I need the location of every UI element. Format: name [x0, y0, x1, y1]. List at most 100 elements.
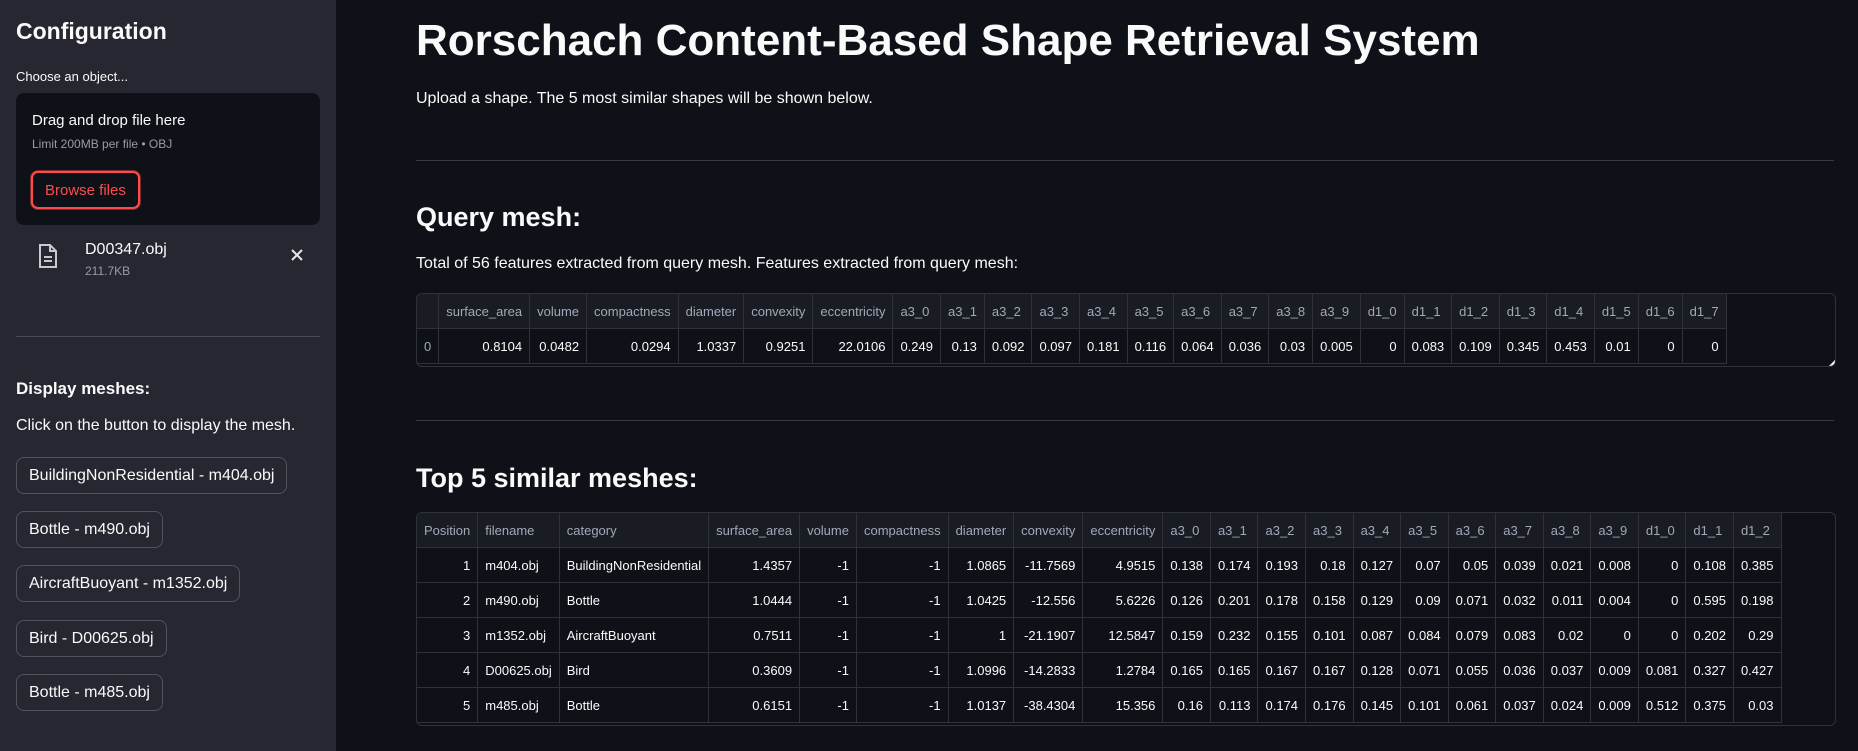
table-cell[interactable]: 2 [417, 582, 479, 618]
table-cell[interactable]: 1.4357 [708, 547, 801, 583]
table-cell[interactable]: 0.109 [1451, 328, 1500, 364]
column-header[interactable]: category [559, 513, 710, 548]
table-cell[interactable]: 0.176 [1305, 687, 1354, 723]
table-cell[interactable]: 0.178 [1257, 582, 1307, 618]
table-cell[interactable]: 12.5847 [1082, 617, 1164, 653]
table-cell[interactable]: 0.071 [1400, 652, 1449, 688]
table-cell[interactable]: 0.232 [1210, 617, 1259, 653]
table-cell[interactable]: 1 [417, 547, 479, 583]
table-cell[interactable]: 22.0106 [812, 328, 894, 364]
table-cell[interactable]: -1 [799, 617, 857, 653]
table-cell[interactable]: 0.097 [1031, 328, 1081, 364]
table-cell[interactable]: -1 [799, 582, 857, 618]
table-cell[interactable]: 0.064 [1173, 328, 1222, 364]
table-cell[interactable]: 0.009 [1590, 652, 1639, 688]
column-header[interactable]: d1_0 [1638, 513, 1687, 548]
table-cell[interactable]: 1.0865 [948, 547, 1015, 583]
table-cell[interactable]: 0 [1638, 328, 1683, 364]
table-cell[interactable]: -1 [856, 617, 949, 653]
column-header[interactable]: d1_1 [1404, 294, 1453, 329]
table-cell[interactable]: 0.092 [984, 328, 1033, 364]
column-header[interactable]: a3_5 [1400, 513, 1449, 548]
table-cell[interactable]: 0.595 [1685, 582, 1734, 618]
table-cell[interactable]: 0.108 [1685, 547, 1734, 583]
table-cell[interactable]: -1 [799, 652, 857, 688]
table-cell[interactable]: m404.obj [477, 547, 560, 583]
table-cell[interactable]: 1 [948, 617, 1015, 653]
table-cell[interactable]: -1 [856, 687, 949, 723]
table-cell[interactable]: 5 [417, 687, 479, 723]
table-cell[interactable]: 0.375 [1685, 687, 1734, 723]
table-cell[interactable]: 0.127 [1353, 547, 1402, 583]
table-cell[interactable]: 0.13 [940, 328, 985, 364]
table-cell[interactable]: 1.0137 [948, 687, 1015, 723]
table-cell[interactable]: -14.2833 [1013, 652, 1084, 688]
table-cell[interactable]: 0.453 [1546, 328, 1595, 364]
column-header[interactable]: volume [799, 513, 857, 548]
table-cell[interactable]: 5.6226 [1082, 582, 1164, 618]
table-cell[interactable]: 0.427 [1733, 652, 1782, 688]
table-cell[interactable]: 4.9515 [1082, 547, 1164, 583]
column-header[interactable]: a3_9 [1312, 294, 1361, 329]
column-header[interactable]: volume [529, 294, 588, 329]
column-header[interactable]: d1_2 [1733, 513, 1782, 548]
column-header[interactable]: surface_area [438, 294, 531, 329]
table-cell[interactable]: m490.obj [477, 582, 560, 618]
column-header[interactable]: a3_5 [1127, 294, 1175, 329]
table-cell[interactable]: 15.356 [1082, 687, 1164, 723]
table-cell[interactable]: 0.061 [1448, 687, 1497, 723]
table-cell[interactable]: 0.101 [1400, 687, 1449, 723]
table-cell[interactable]: 0.004 [1590, 582, 1639, 618]
table-cell[interactable]: 0.8104 [438, 328, 531, 364]
column-header[interactable]: a3_6 [1173, 294, 1222, 329]
table-cell[interactable]: 0.158 [1305, 582, 1354, 618]
table-cell[interactable]: -1 [856, 547, 949, 583]
table-cell[interactable]: 1.2784 [1082, 652, 1164, 688]
table-cell[interactable]: 0 [1638, 547, 1687, 583]
table-cell[interactable]: 0 [1360, 328, 1405, 364]
table-cell[interactable]: 0.165 [1162, 652, 1211, 688]
column-header[interactable]: compactness [586, 294, 679, 329]
table-cell[interactable]: 0.036 [1495, 652, 1544, 688]
column-header[interactable] [417, 294, 440, 329]
table-cell[interactable]: -1 [799, 547, 857, 583]
column-header[interactable]: a3_7 [1221, 294, 1270, 329]
table-cell[interactable]: 0 [1638, 582, 1687, 618]
table-cell[interactable]: 0.009 [1590, 687, 1639, 723]
table-cell[interactable]: 0.116 [1127, 328, 1175, 364]
table-cell[interactable]: 0.167 [1257, 652, 1307, 688]
table-cell[interactable]: 0.0482 [529, 328, 588, 364]
table-cell[interactable]: 0.7511 [708, 617, 801, 653]
table-cell[interactable]: 0.008 [1590, 547, 1639, 583]
table-cell[interactable]: 0.09 [1400, 582, 1449, 618]
table-cell[interactable]: 0 [417, 328, 440, 364]
table-cell[interactable]: 0 [1638, 617, 1687, 653]
table-cell[interactable]: 0 [1682, 328, 1727, 364]
column-header[interactable]: convexity [1013, 513, 1084, 548]
display-mesh-button[interactable]: Bottle - m490.obj [16, 511, 163, 548]
table-cell[interactable]: 0.327 [1685, 652, 1734, 688]
table-cell[interactable]: 1.0337 [678, 328, 745, 364]
table-cell[interactable]: 0.165 [1210, 652, 1259, 688]
file-uploader-dropzone[interactable]: Drag and drop file here Limit 200MB per … [16, 93, 320, 225]
table-cell[interactable]: 0.181 [1079, 328, 1128, 364]
column-header[interactable]: d1_6 [1638, 294, 1683, 329]
table-cell[interactable]: m485.obj [477, 687, 560, 723]
column-header[interactable]: d1_3 [1499, 294, 1548, 329]
column-header[interactable]: diameter [948, 513, 1015, 548]
table-cell[interactable]: 0.16 [1162, 687, 1211, 723]
table-cell[interactable]: 0.113 [1210, 687, 1259, 723]
table-cell[interactable]: 0.005 [1312, 328, 1361, 364]
table-cell[interactable]: 0.159 [1162, 617, 1211, 653]
table-cell[interactable]: 0.083 [1495, 617, 1544, 653]
table-cell[interactable]: -12.556 [1013, 582, 1084, 618]
column-header[interactable]: d1_7 [1682, 294, 1727, 329]
table-cell[interactable]: 0.024 [1543, 687, 1592, 723]
table-cell[interactable]: 0.083 [1404, 328, 1453, 364]
column-header[interactable]: d1_5 [1594, 294, 1639, 329]
column-header[interactable]: a3_3 [1031, 294, 1081, 329]
column-header[interactable]: d1_4 [1546, 294, 1595, 329]
table-cell[interactable]: 0.512 [1638, 687, 1687, 723]
table-cell[interactable]: 0.037 [1543, 652, 1592, 688]
column-header[interactable]: filename [477, 513, 560, 548]
